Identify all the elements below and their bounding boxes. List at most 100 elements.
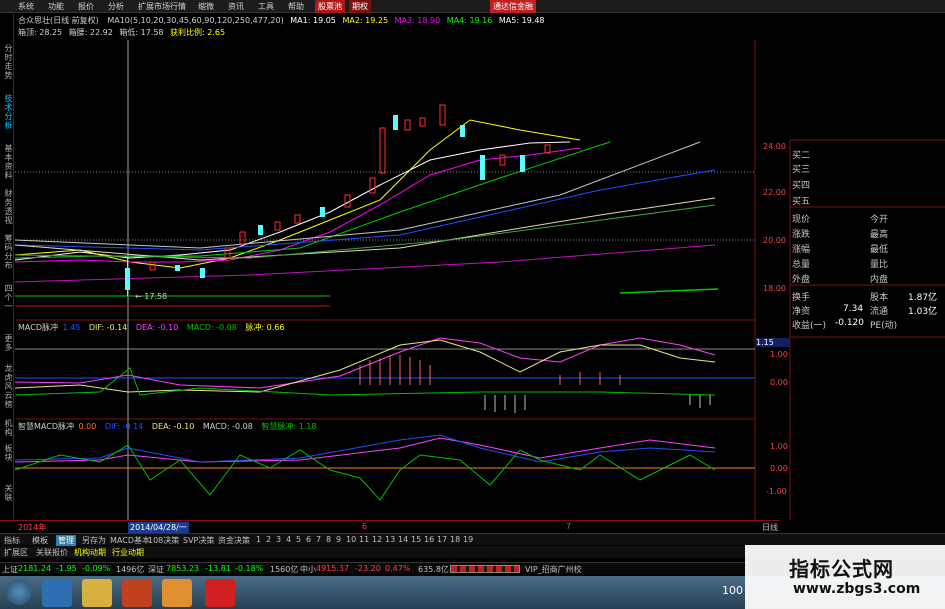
taskbar-ie-icon[interactable] bbox=[42, 579, 72, 607]
tb2-related[interactable]: 关联报价 bbox=[36, 547, 68, 558]
macd-macd: MACD: -0.08 bbox=[186, 323, 237, 332]
qp-chg-label: 涨跌 bbox=[792, 230, 811, 240]
tb-page-7[interactable]: 7 bbox=[316, 535, 321, 544]
macd2-dif: DIF: -0.14 bbox=[104, 422, 144, 431]
tb-page-1[interactable]: 1 bbox=[256, 535, 261, 544]
taskbar-user-icon[interactable] bbox=[162, 579, 192, 607]
tb-page-10[interactable]: 10 bbox=[346, 535, 356, 544]
tb-page-12[interactable]: 12 bbox=[372, 535, 382, 544]
tb2-institution[interactable]: 机构动期 bbox=[74, 547, 106, 558]
macd2-header: 智慧MACD脉冲 0.00 DIF: -0.14 DEA: -0.10 MACD… bbox=[18, 421, 316, 432]
watermark: 指标公式网 www.zbgs3.com bbox=[745, 545, 945, 609]
candlesticks bbox=[125, 104, 551, 296]
depth-buy5: 买五 bbox=[792, 197, 811, 207]
qp-pe-label: PE(动) bbox=[870, 321, 898, 331]
qp-inner-label: 内盘 bbox=[870, 275, 889, 285]
qp-eps-value: -0.120 bbox=[835, 318, 865, 328]
low-marker: ← 17.58 bbox=[135, 292, 168, 301]
tb2-industry[interactable]: 行业动期 bbox=[112, 547, 144, 558]
quote-panel: 买二 买三 买四 买五 现价 今开 涨跌 最高 涨幅 最低 总量 量比 外盘 内… bbox=[755, 140, 945, 340]
qp-float-label: 流通 bbox=[870, 307, 889, 317]
time-cursor-date: 2014/04/28/一 bbox=[128, 522, 189, 533]
sh-value: 2181.24 bbox=[18, 564, 52, 573]
taskbar-tdx-icon[interactable] bbox=[205, 579, 235, 607]
tb2-ext[interactable]: 扩展区 bbox=[4, 547, 28, 558]
macd-pulse: 脉冲: 0.66 bbox=[245, 323, 285, 332]
macd2-pulse: 智慧脉冲: 1.18 bbox=[261, 422, 317, 431]
qp-pct-label: 涨幅 bbox=[792, 245, 811, 255]
sh-pct: -0.09% bbox=[82, 564, 111, 573]
taskbar-clock[interactable]: 100 bbox=[722, 584, 743, 597]
period-label[interactable]: 日线 bbox=[762, 522, 778, 533]
tb-page-6[interactable]: 6 bbox=[306, 535, 311, 544]
tb-saveas[interactable]: 另存为 bbox=[82, 535, 106, 546]
time-month-6: 6 bbox=[362, 522, 368, 531]
tb-page-9[interactable]: 9 bbox=[336, 535, 341, 544]
tb-page-17[interactable]: 17 bbox=[437, 535, 447, 544]
macd2-axis-1: 1.00 bbox=[770, 442, 788, 451]
depth-buy4: 买四 bbox=[792, 181, 811, 191]
tb-manage[interactable]: 管理 bbox=[56, 535, 76, 546]
macd-name: MACD脉冲 bbox=[18, 323, 58, 332]
macd-axis-0: 0.00 bbox=[770, 378, 788, 387]
tb-page-4[interactable]: 4 bbox=[286, 535, 291, 544]
vip-label: VIP_招商广州校 bbox=[525, 565, 582, 574]
tb-page-15[interactable]: 15 bbox=[411, 535, 421, 544]
zx-pct: 0.47% bbox=[385, 564, 411, 573]
tb-page-13[interactable]: 13 bbox=[385, 535, 395, 544]
sh-chg: -1.95 bbox=[56, 564, 77, 573]
macd-histogram bbox=[359, 355, 621, 385]
macd-dif: DIF: -0.14 bbox=[88, 323, 128, 332]
macd2-param: 0.00 bbox=[78, 422, 97, 431]
sz-label: 深证 bbox=[148, 565, 164, 574]
macd2-dea: DEA: -0.10 bbox=[151, 422, 195, 431]
taskbar-media-icon[interactable] bbox=[122, 579, 152, 607]
macd2-name: 智慧MACD脉冲 bbox=[18, 422, 74, 431]
macd2-axis-neg1: -1.00 bbox=[766, 487, 787, 496]
tb-108[interactable]: 108决策 bbox=[148, 535, 179, 546]
tb-page-18[interactable]: 18 bbox=[450, 535, 460, 544]
macd-axis-top: 1.15 bbox=[756, 338, 790, 347]
qp-eps-label: 收益(一) bbox=[792, 321, 827, 331]
sh-amt: 1496亿 bbox=[116, 565, 145, 574]
qp-turnover-label: 换手 bbox=[792, 293, 811, 303]
sz-chg: -13.81 bbox=[205, 564, 231, 573]
tb-page-16[interactable]: 16 bbox=[424, 535, 434, 544]
taskbar-folder-icon[interactable] bbox=[82, 579, 112, 607]
zx-label: 中小 bbox=[300, 565, 316, 574]
indicator-toolbar: 指标 模板 管理 另存为 MACD基本 108决策 SVP决策 资金决策 1 2… bbox=[0, 533, 945, 546]
tb-page-2[interactable]: 2 bbox=[266, 535, 271, 544]
tb-page-19[interactable]: 19 bbox=[463, 535, 473, 544]
tb-page-8[interactable]: 8 bbox=[326, 535, 331, 544]
macd-param: 1.45 bbox=[62, 323, 81, 332]
qp-shares-value: 1.87亿 bbox=[908, 293, 938, 303]
start-button[interactable] bbox=[6, 579, 32, 605]
sz-amt: 1560亿 bbox=[270, 565, 299, 574]
macd-header: MACD脉冲 1.45 DIF: -0.14 DEA: -0.10 MACD: … bbox=[18, 322, 284, 333]
qp-nav-value: 7.34 bbox=[843, 304, 864, 314]
tb-page-3[interactable]: 3 bbox=[276, 535, 281, 544]
tb-page-14[interactable]: 14 bbox=[398, 535, 408, 544]
sz-value: 7853.23 bbox=[166, 564, 200, 573]
sh-label: 上证 bbox=[2, 565, 18, 574]
zx-amt: 635.8亿 bbox=[418, 565, 449, 574]
tb-svp[interactable]: SVP决策 bbox=[183, 535, 214, 546]
tb-page-11[interactable]: 11 bbox=[359, 535, 369, 544]
qp-nav-label: 净资 bbox=[792, 307, 811, 317]
time-month-7: 7 bbox=[566, 522, 572, 531]
qp-high-label: 最高 bbox=[870, 230, 889, 240]
tb-macd-basic[interactable]: MACD基本 bbox=[110, 535, 150, 546]
tb-page-5[interactable]: 5 bbox=[296, 535, 301, 544]
depth-buy2: 买二 bbox=[792, 151, 811, 161]
qp-vol-label: 总量 bbox=[792, 260, 811, 270]
macd-axis-1: 1.00 bbox=[770, 350, 788, 359]
watermark-title: 指标公式网 bbox=[789, 557, 894, 581]
qp-float-value: 1.03亿 bbox=[908, 307, 938, 317]
macd-dea: DEA: -0.10 bbox=[135, 323, 179, 332]
time-year: 2014年 bbox=[18, 523, 47, 532]
tb-indicator[interactable]: 指标 bbox=[4, 535, 20, 546]
tb-fund[interactable]: 资金决策 bbox=[218, 535, 250, 546]
tb-template[interactable]: 模板 bbox=[32, 535, 48, 546]
zx-chg: -23.20 bbox=[355, 564, 381, 573]
depth-buy3: 买三 bbox=[792, 165, 811, 175]
